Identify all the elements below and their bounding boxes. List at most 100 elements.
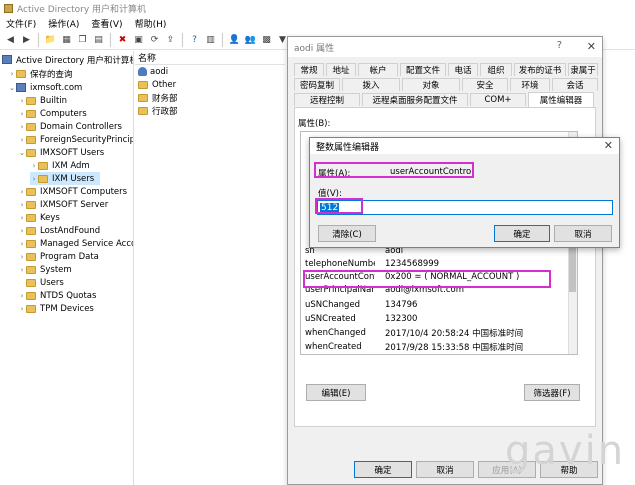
tab-dial-in[interactable]: 拨入 [342, 78, 400, 91]
tab-environment[interactable]: 环境 [510, 78, 550, 91]
attr-value: 2017/10/4 20:58:24 中国标准时间 [385, 328, 524, 339]
tree-item-tpm-devices[interactable]: › TPM Devices [18, 302, 94, 315]
collapse-arrow-icon[interactable]: ⌄ [18, 149, 26, 157]
tree-item-ixm-users[interactable]: › IXM Users [30, 172, 100, 185]
menu-action[interactable]: 操作(A) [48, 17, 79, 30]
tree-label: Program Data [40, 251, 99, 262]
tree-item-keys[interactable]: › Keys [18, 211, 60, 224]
tree-item-program-data[interactable]: › Program Data [18, 250, 99, 263]
tab-security[interactable]: 安全 [462, 78, 508, 91]
copy-icon[interactable]: ❐ [76, 33, 89, 46]
close-icon[interactable]: ✕ [587, 40, 596, 53]
help-icon[interactable]: ? [188, 33, 201, 46]
menu-help[interactable]: 帮助(H) [135, 17, 167, 30]
properties-icon[interactable]: ▣ [132, 33, 145, 46]
export-icon[interactable]: ⇪ [164, 33, 177, 46]
tree-item-domain-controllers[interactable]: › Domain Controllers [18, 120, 122, 133]
attribute-row[interactable]: whenChanged 2017/10/4 20:58:24 中国标准时间 [305, 326, 523, 339]
show-tree-icon[interactable]: ▦ [60, 33, 73, 46]
expand-arrow-icon[interactable]: › [18, 227, 26, 235]
tree-item-builtin[interactable]: › Builtin [18, 94, 67, 107]
tree-label: IMXSOFT Users [40, 147, 105, 158]
tab-object[interactable]: 对象 [402, 78, 460, 91]
edit-button[interactable]: 编辑(E) [306, 384, 366, 401]
console-icon[interactable]: ▥ [204, 33, 217, 46]
tree-item-saved-queries[interactable]: › 保存的查询 [8, 67, 73, 80]
new-group-icon[interactable]: 👥 [244, 33, 257, 46]
tree-item-ixmsoft-computers[interactable]: › IXMSOFT Computers [18, 185, 127, 198]
tree-item-system[interactable]: › System [18, 263, 72, 276]
back-arrow-icon[interactable]: ◀ [4, 33, 17, 46]
cancel-button[interactable]: 取消 [416, 461, 474, 478]
tree-item-foreign-security[interactable]: › ForeignSecurityPrincipals [18, 133, 133, 146]
expand-arrow-icon[interactable]: › [18, 136, 26, 144]
expand-arrow-icon[interactable]: › [18, 253, 26, 261]
tab-password-replication[interactable]: 密码复制 [294, 78, 340, 91]
tab-profile[interactable]: 配置文件 [400, 63, 446, 76]
expand-arrow-icon[interactable]: › [18, 123, 26, 131]
tab-published-certs[interactable]: 发布的证书 [514, 63, 566, 76]
tab-address[interactable]: 地址 [326, 63, 356, 76]
tree-item-managed-service[interactable]: › Managed Service Accounts [18, 237, 133, 250]
tree-item-ixmsoft-server[interactable]: › IXMSOFT Server [18, 198, 109, 211]
expand-arrow-icon[interactable]: › [18, 305, 26, 313]
expand-arrow-icon[interactable]: › [30, 175, 38, 183]
tab-sessions[interactable]: 会话 [552, 78, 598, 91]
expand-arrow-icon[interactable]: › [8, 70, 16, 78]
list-item[interactable]: 行政部 [135, 104, 285, 117]
tree-item-users[interactable]: Users [18, 276, 64, 289]
tree-root-label: Active Directory 用户和计算机 [16, 55, 134, 66]
tab-telephones[interactable]: 电话 [448, 63, 478, 76]
expand-arrow-icon[interactable]: › [18, 110, 26, 118]
attribute-row[interactable]: telephoneNumber 1234568999 [305, 257, 439, 270]
expand-arrow-icon[interactable]: › [18, 266, 26, 274]
attribute-row[interactable]: whenCreated 2017/9/28 15:33:58 中国标准时间 [305, 340, 523, 353]
expand-arrow-icon[interactable]: › [18, 97, 26, 105]
new-ou-icon[interactable]: ▩ [260, 33, 273, 46]
refresh-icon[interactable]: ⟳ [148, 33, 161, 46]
column-header-name[interactable]: 名称 [135, 51, 285, 65]
list-item[interactable]: Other [135, 78, 285, 91]
ok-button[interactable]: 确定 [494, 225, 550, 242]
tab-general[interactable]: 常规 [294, 63, 324, 76]
expand-arrow-icon[interactable]: › [18, 188, 26, 196]
up-folder-icon[interactable]: 📁 [44, 33, 57, 46]
new-user-icon[interactable]: 👤 [228, 33, 241, 46]
tree-item-ixm-adm[interactable]: › IXM Adm [30, 159, 90, 172]
paste-icon[interactable]: ▤ [92, 33, 105, 46]
attribute-row[interactable]: uSNChanged 134796 [305, 298, 417, 311]
tab-rds-profile[interactable]: 远程桌面服务配置文件 [362, 93, 468, 106]
forward-arrow-icon[interactable]: ▶ [20, 33, 33, 46]
list-item[interactable]: aodi [135, 65, 285, 78]
clear-button[interactable]: 清除(C) [318, 225, 376, 242]
expand-arrow-icon[interactable]: › [18, 201, 26, 209]
menu-file[interactable]: 文件(F) [6, 17, 36, 30]
tree-item-ntds-quotas[interactable]: › NTDS Quotas [18, 289, 97, 302]
tree-root[interactable]: Active Directory 用户和计算机 [2, 53, 134, 66]
tab-com-plus[interactable]: COM+ [470, 93, 526, 106]
help-icon[interactable]: ? [557, 40, 562, 51]
expand-arrow-icon[interactable]: › [18, 240, 26, 248]
tab-organization[interactable]: 组织 [480, 63, 512, 76]
tab-remote-control[interactable]: 远程控制 [294, 93, 360, 106]
expand-arrow-icon[interactable]: › [30, 162, 38, 170]
filter-button[interactable]: 筛选器(F) [524, 384, 580, 401]
list-item[interactable]: 财务部 [135, 91, 285, 104]
delete-icon[interactable]: ✖ [116, 33, 129, 46]
menu-view[interactable]: 查看(V) [91, 17, 122, 30]
attribute-row[interactable]: uSNCreated 132300 [305, 312, 417, 325]
tab-account[interactable]: 帐户 [358, 63, 398, 76]
tree-item-computers[interactable]: › Computers [18, 107, 87, 120]
tab-attribute-editor[interactable]: 属性编辑器 [528, 92, 594, 107]
close-icon[interactable]: ✕ [604, 139, 613, 152]
expand-arrow-icon[interactable]: › [18, 292, 26, 300]
int-editor-titlebar: 整数属性编辑器 ✕ [310, 138, 619, 154]
ok-button[interactable]: 确定 [354, 461, 412, 478]
tree-item-imxsoft-users[interactable]: ⌄ IMXSOFT Users [18, 146, 104, 159]
tab-member-of[interactable]: 隶属于 [568, 63, 598, 76]
collapse-arrow-icon[interactable]: ⌄ [8, 84, 16, 92]
cancel-button[interactable]: 取消 [554, 225, 612, 242]
expand-arrow-icon[interactable]: › [18, 214, 26, 222]
tree-item-lostandfound[interactable]: › LostAndFound [18, 224, 101, 237]
tree-item-domain[interactable]: ⌄ ixmsoft.com [8, 81, 82, 94]
